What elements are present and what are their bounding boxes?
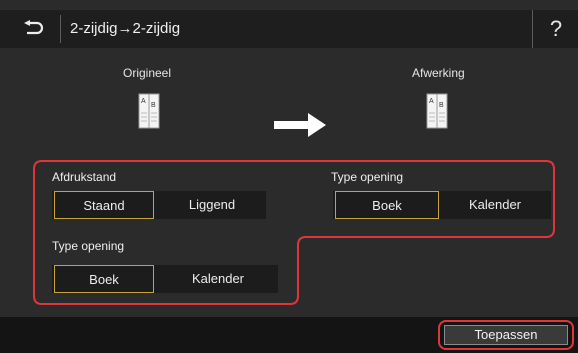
orientation-option-liggend[interactable]: Liggend xyxy=(162,191,262,219)
result-document-icon: A B xyxy=(426,93,448,129)
apply-button-highlight[interactable]: Toepassen xyxy=(438,320,574,350)
original-document-icon: A B xyxy=(138,93,160,129)
opening-result-option-boek[interactable]: Boek xyxy=(335,191,439,219)
opening-type-result-selector: Boek Kalender xyxy=(333,191,551,219)
opening-original-option-boek[interactable]: Boek xyxy=(54,265,154,293)
page-title: 2-zijdig→2-zijdig xyxy=(70,20,181,37)
help-button[interactable]: ? xyxy=(532,10,578,48)
opening-type-result-label: Type opening xyxy=(331,170,404,184)
back-button[interactable] xyxy=(8,14,58,44)
header-bar: 2-zijdig→2-zijdig ? xyxy=(0,10,578,48)
orientation-selector: Staand Liggend xyxy=(52,191,266,219)
opening-original-option-kalender[interactable]: Kalender xyxy=(164,265,272,293)
result-caption: Afwerking xyxy=(412,66,465,80)
apply-button[interactable]: Toepassen xyxy=(444,325,568,345)
options-panel: Afdrukstand Staand Liggend Type opening … xyxy=(32,159,556,306)
screen: 2-zijdig→2-zijdig ? Origineel Afwerking … xyxy=(0,0,578,353)
right-arrow-icon xyxy=(274,113,326,137)
orientation-label: Afdrukstand xyxy=(52,170,117,184)
opening-type-original-label: Type opening xyxy=(52,239,125,253)
opening-result-option-kalender[interactable]: Kalender xyxy=(443,191,547,219)
orientation-option-staand[interactable]: Staand xyxy=(54,191,154,219)
svg-text:B: B xyxy=(439,102,444,109)
original-caption: Origineel xyxy=(123,66,172,80)
svg-text:B: B xyxy=(151,102,156,109)
svg-text:A: A xyxy=(141,98,146,105)
header-divider xyxy=(60,15,61,43)
svg-text:A: A xyxy=(429,98,434,105)
back-arrow-icon xyxy=(24,20,44,35)
opening-type-original-selector: Boek Kalender xyxy=(52,265,278,293)
